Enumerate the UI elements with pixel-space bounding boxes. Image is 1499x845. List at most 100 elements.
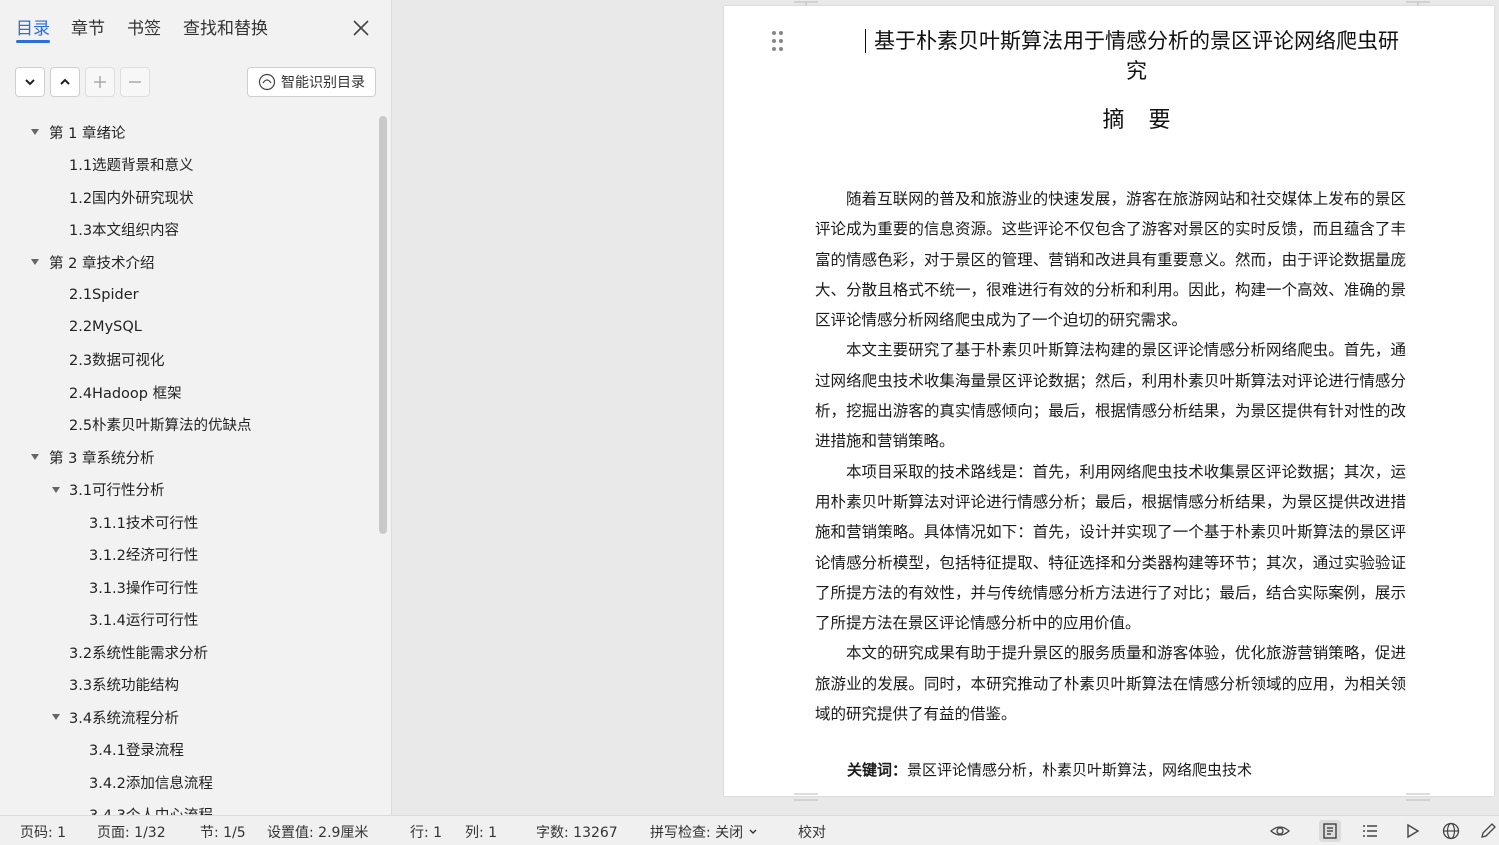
toc-item[interactable]: 3.1可行性分析 — [0, 477, 372, 503]
chevron-down-icon — [749, 829, 757, 834]
globe-icon[interactable] — [1440, 820, 1462, 842]
expand-down-button[interactable] — [15, 67, 45, 97]
toc-item[interactable]: 2.4Hadoop 框架 — [0, 379, 372, 405]
toc-item-label: 2.3数据可视化 — [69, 353, 165, 369]
abstract-paragraph[interactable]: 本文主要研究了基于朴素贝叶斯算法构建的景区评论情感分析网络爬虫。首先，通过网络爬… — [815, 335, 1406, 456]
toc-item-label: 第 2 章技术介绍 — [49, 255, 155, 272]
toc-item-label: 1.3本文组织内容 — [69, 223, 180, 239]
status-bar: 页码: 1 页面: 1/32 节: 1/5 设置值: 2.9厘米 行: 1 列:… — [0, 815, 1499, 845]
smart-recognize-toc-button[interactable]: 智能识别目录 — [247, 67, 376, 97]
page-view-icon[interactable] — [1319, 820, 1341, 842]
keywords-value: 景区评论情感分析，朴素贝叶斯算法，网络爬虫技术 — [907, 761, 1253, 779]
close-icon — [353, 20, 369, 36]
navigation-pane: 目录 章节 书签 查找和替换 智能识别目录 第 1 章绪论 1.1选题背景和意义 1… — [0, 0, 392, 815]
keywords-line[interactable]: 关键词：景区评论情感分析，朴素贝叶斯算法，网络爬虫技术 — [847, 759, 1252, 780]
toc-item-label: 3.4.1登录流程 — [89, 743, 184, 759]
abstract-paragraph[interactable]: 本项目采取的技术路线是：首先，利用网络爬虫技术收集景区评论数据；其次，运用朴素贝… — [815, 457, 1406, 639]
status-section[interactable]: 节: 1/5 — [200, 822, 246, 842]
toc-item[interactable]: 3.2系统性能需求分析 — [0, 639, 372, 665]
toc-item[interactable]: 1.1选题背景和意义 — [0, 152, 372, 178]
status-page-code[interactable]: 页码: 1 — [20, 822, 66, 842]
status-row[interactable]: 行: 1 — [410, 822, 442, 842]
toc-item-label: 3.3系统功能结构 — [69, 678, 180, 694]
outline-view-icon[interactable] — [1359, 820, 1381, 842]
abstract-paragraph[interactable]: 随着互联网的普及和旅游业的快速发展，游客在旅游网站和社交媒体上发布的景区评论成为… — [815, 184, 1406, 335]
toc-item[interactable]: 1.3本文组织内容 — [0, 217, 372, 243]
expand-caret-icon[interactable] — [29, 126, 41, 138]
close-pane-button[interactable] — [350, 17, 372, 39]
toc-item-label: 3.2系统性能需求分析 — [69, 645, 209, 662]
tab-bookmarks[interactable]: 书签 — [127, 14, 161, 39]
expand-caret-icon[interactable] — [50, 711, 62, 723]
toc-item[interactable]: 第 2 章技术介绍 — [0, 249, 372, 275]
toc-list: 第 1 章绪论 1.1选题背景和意义 1.2国内外研究现状 1.3本文组织内容第 2 … — [0, 116, 380, 815]
minus-icon — [129, 81, 141, 83]
expand-caret-icon[interactable] — [29, 451, 41, 463]
remove-heading-button[interactable] — [120, 67, 150, 97]
status-proofread[interactable]: 校对 — [798, 822, 826, 842]
toc-item-label: 3.1可行性分析 — [69, 483, 165, 499]
page-corner-mark — [794, 793, 818, 801]
toc-item[interactable]: 3.4.1登录流程 — [0, 737, 372, 763]
drag-handle-icon[interactable] — [771, 30, 785, 52]
toc-item[interactable]: 3.4.2添加信息流程 — [0, 769, 372, 795]
nav-tab-bar: 目录 章节 书签 查找和替换 — [0, 0, 392, 52]
plus-icon — [94, 76, 106, 88]
toc-item[interactable]: 2.5朴素贝叶斯算法的优缺点 — [0, 412, 372, 438]
expand-caret-icon[interactable] — [50, 484, 62, 496]
toc-item-label: 3.1.3操作可行性 — [89, 580, 199, 597]
toc-item[interactable]: 2.3数据可视化 — [0, 347, 372, 373]
collapse-up-button[interactable] — [50, 67, 80, 97]
toc-item-label: 第 1 章绪论 — [49, 125, 126, 142]
toc-item[interactable]: 第 1 章绪论 — [0, 119, 372, 145]
toc-item-label: 3.4.2添加信息流程 — [89, 775, 213, 792]
play-icon[interactable] — [1401, 820, 1423, 842]
tab-chapters[interactable]: 章节 — [71, 14, 105, 39]
document-title[interactable]: 基于朴素贝叶斯算法用于情感分析的景区评论网络爬虫研究 — [864, 26, 1409, 86]
toc-item[interactable]: 3.1.4运行可行性 — [0, 607, 372, 633]
page-corner-mark — [1406, 793, 1430, 801]
text-cursor — [865, 29, 866, 53]
status-word-count[interactable]: 字数: 13267 — [536, 822, 618, 842]
keywords-colon: ： — [892, 761, 908, 779]
document-page[interactable]: 基于朴素贝叶斯算法用于情感分析的景区评论网络爬虫研究 摘要 随着互联网的普及和旅… — [724, 1, 1494, 801]
toc-item[interactable]: 2.1Spider — [0, 282, 372, 308]
pen-icon[interactable] — [1477, 820, 1499, 842]
toc-item[interactable]: 1.2国内外研究现状 — [0, 184, 372, 210]
abstract-paragraph[interactable]: 本文的研究成果有助于提升景区的服务质量和游客体验，优化旅游营销策略，促进旅游业的… — [815, 638, 1406, 729]
toc-item-label: 1.2国内外研究现状 — [69, 190, 194, 207]
toc-item-label: 2.5朴素贝叶斯算法的优缺点 — [69, 418, 252, 434]
status-setting[interactable]: 设置值: 2.9厘米 — [267, 822, 368, 842]
keywords-label: 关键词 — [847, 761, 893, 779]
toc-item[interactable]: 3.1.1技术可行性 — [0, 509, 372, 535]
toc-scrollbar[interactable] — [379, 116, 387, 534]
toc-item[interactable]: 3.3系统功能结构 — [0, 672, 372, 698]
page-corner-mark — [794, 1, 818, 6]
page-corner-mark — [1406, 1, 1430, 6]
toc-item[interactable]: 3.4.3个人中心流程 — [0, 802, 372, 815]
toc-item-label: 3.1.1技术可行性 — [89, 515, 199, 532]
toc-item-label: 3.1.4运行可行性 — [89, 613, 199, 629]
status-page[interactable]: 页面: 1/32 — [97, 822, 166, 842]
toc-item-label: 1.1选题背景和意义 — [69, 158, 194, 174]
status-spell-check[interactable]: 拼写检查: 关闭 — [650, 822, 758, 842]
toc-item[interactable]: 3.1.3操作可行性 — [0, 574, 372, 600]
abstract-heading[interactable]: 摘要 — [864, 102, 1409, 134]
chevron-up-icon — [60, 78, 70, 85]
eye-icon[interactable] — [1269, 820, 1291, 842]
active-tab-indicator — [16, 40, 50, 43]
expand-caret-icon[interactable] — [29, 256, 41, 268]
tab-toc[interactable]: 目录 — [16, 14, 50, 39]
abstract-body[interactable]: 随着互联网的普及和旅游业的快速发展，游客在旅游网站和社交媒体上发布的景区评论成为… — [815, 184, 1406, 729]
toc-item-label: 3.4系统流程分析 — [69, 710, 180, 727]
chevron-down-icon — [25, 79, 35, 86]
toc-item[interactable]: 3.1.2经济可行性 — [0, 542, 372, 568]
toc-item[interactable]: 第 3 章系统分析 — [0, 444, 372, 470]
toc-item[interactable]: 3.4系统流程分析 — [0, 704, 372, 730]
add-heading-button[interactable] — [85, 67, 115, 97]
toc-item-label: 3.4.3个人中心流程 — [89, 804, 213, 815]
status-col[interactable]: 列: 1 — [465, 822, 497, 842]
toc-item[interactable]: 2.2MySQL — [0, 314, 372, 340]
tab-find-replace[interactable]: 查找和替换 — [183, 14, 268, 39]
toc-item-label: 2.1Spider — [69, 286, 139, 303]
